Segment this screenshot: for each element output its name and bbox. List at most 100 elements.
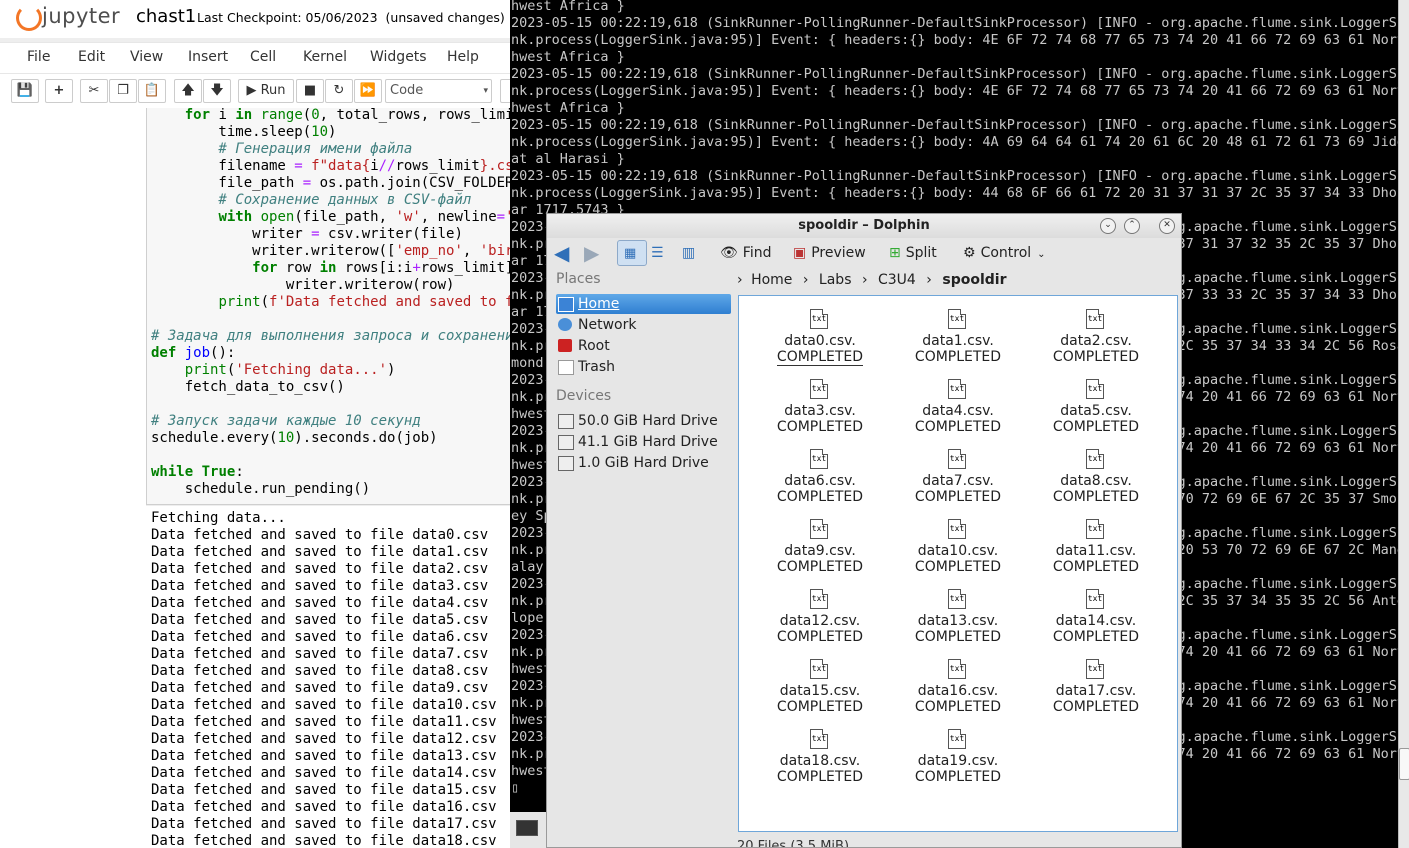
file-item[interactable]: txt data14.csv. COMPLETED (1036, 579, 1156, 645)
output-line: Data fetched and saved to file data1.csv (151, 544, 489, 560)
file-item[interactable]: txt data5.csv. COMPLETED (1036, 369, 1156, 435)
notebook-area[interactable]: for i in range(0, total_rows, rows_limit… (0, 108, 510, 848)
restart-button[interactable]: ↻ (325, 79, 353, 103)
jupyter-logo[interactable]: jupyter (14, 3, 124, 35)
device-item[interactable]: 50.0 GiB Hard Drive (556, 411, 731, 431)
maximize-button[interactable]: ⌃ (1124, 218, 1140, 234)
place-trash[interactable]: Trash (556, 357, 731, 377)
file-item[interactable]: txt data12.csv. COMPLETED (760, 579, 880, 645)
panel-splitter[interactable] (733, 269, 737, 847)
code-cell[interactable]: for i in range(0, total_rows, rows_limit… (146, 108, 510, 505)
minimize-button[interactable]: ⌄ (1100, 218, 1116, 234)
menu-kernel[interactable]: Kernel (303, 49, 347, 65)
copy-button[interactable]: ❐ (109, 79, 137, 103)
run-button[interactable]: ▶ Run (238, 79, 294, 103)
file-item[interactable]: txt data4.csv. COMPLETED (898, 369, 1018, 435)
icons-view-button[interactable]: ▦ (617, 240, 647, 266)
place-root[interactable]: Root (556, 336, 731, 356)
file-item[interactable]: txt data19.csv. COMPLETED (898, 719, 1018, 785)
details-view-button[interactable]: ☰ (651, 242, 669, 264)
terminal-scrollbar[interactable] (1398, 0, 1409, 848)
device-item[interactable]: 41.1 GiB Hard Drive (556, 432, 731, 452)
terminal-line: nk.process(LoggerSink.java:95)] Event: {… (511, 134, 1398, 150)
file-name-part: data0.csv. (784, 333, 856, 349)
file-name: data0.csv. COMPLETED (760, 333, 880, 366)
menu-widgets[interactable]: Widgets (370, 49, 427, 65)
file-item[interactable]: txt data10.csv. COMPLETED (898, 509, 1018, 575)
file-name-part: data8.csv. (1060, 473, 1132, 489)
file-icon-label: txt (811, 594, 827, 603)
notebook-name[interactable]: chast1 (136, 6, 196, 27)
place-home[interactable]: Home (556, 294, 731, 314)
command-palette-button[interactable] (500, 79, 510, 103)
forward-button[interactable]: ▶ (584, 242, 604, 264)
find-label: Find (742, 245, 772, 261)
breadcrumb-item-home[interactable]: Home (751, 272, 792, 288)
place-trash-label: Trash (578, 359, 615, 375)
breadcrumb-item-labs[interactable]: Labs (819, 272, 852, 288)
menu-edit[interactable]: Edit (78, 49, 105, 65)
file-item[interactable]: txt data16.csv. COMPLETED (898, 649, 1018, 715)
cut-button[interactable]: ✂ (80, 79, 108, 103)
menu-view[interactable]: View (130, 49, 163, 65)
control-button[interactable]: ⚙ Control ⌄ (963, 242, 1046, 264)
split-label: Split (905, 245, 937, 261)
menu-file[interactable]: File (27, 49, 50, 65)
file-item[interactable]: txt data13.csv. COMPLETED (898, 579, 1018, 645)
back-button[interactable]: ◀ (554, 242, 574, 264)
file-item[interactable]: txt data8.csv. COMPLETED (1036, 439, 1156, 505)
fast-forward-icon: ⏩ (359, 83, 377, 98)
restart-run-all-button[interactable]: ⏩ (354, 79, 382, 103)
interrupt-button[interactable]: ■ (296, 79, 324, 103)
file-item[interactable]: txt data1.csv. COMPLETED (898, 299, 1018, 365)
file-name-part: data3.csv. (784, 403, 856, 419)
preview-icon: ▣ (793, 245, 807, 261)
breadcrumb-item-spooldir[interactable]: spooldir (942, 272, 1006, 288)
jupyter-toolbar: 💾 + ✂ ❐ 📋 🡅 🡇 ▶ Run ■ ↻ ⏩ Code ▾ (0, 74, 510, 108)
file-item[interactable]: txt data15.csv. COMPLETED (760, 649, 880, 715)
breadcrumb-item-c3u4[interactable]: C3U4 (878, 272, 916, 288)
move-down-button[interactable]: 🡇 (203, 79, 231, 103)
menu-help[interactable]: Help (447, 49, 479, 65)
columns-view-button[interactable]: ▥ (682, 242, 700, 264)
dolphin-titlebar[interactable]: spooldir – Dolphin ⌄ ⌃ ✕ (547, 214, 1181, 238)
preview-button[interactable]: ▣ Preview (793, 242, 866, 264)
file-item[interactable]: txt data0.csv. COMPLETED (760, 299, 880, 366)
file-item[interactable]: txt data6.csv. COMPLETED (760, 439, 880, 505)
code-line: # Генерация имени файла (151, 141, 413, 157)
move-up-button[interactable]: 🡅 (174, 79, 202, 103)
device-item[interactable]: 1.0 GiB Hard Drive (556, 453, 731, 473)
code-editor[interactable]: for i in range(0, total_rows, rows_limit… (151, 108, 510, 498)
code-line: writer.writerow(row) (151, 277, 455, 293)
breadcrumb: › Home › Labs › C3U4 › spooldir (737, 269, 1177, 291)
text-file-icon: txt (948, 379, 966, 399)
file-item[interactable]: txt data17.csv. COMPLETED (1036, 649, 1156, 715)
find-button[interactable]: 👁 Find (720, 242, 771, 264)
terminal-scrollbar-thumb[interactable] (1399, 748, 1409, 780)
file-item[interactable]: txt data2.csv. COMPLETED (1036, 299, 1156, 365)
file-name-extension: COMPLETED (914, 629, 1002, 645)
close-button[interactable]: ✕ (1159, 218, 1175, 234)
terminal-line: 2023-05-15 00:22:19,618 (SinkRunner-Poll… (511, 117, 1398, 133)
checkpoint-status: Last Checkpoint: 05/06/2023 (unsaved cha… (197, 10, 505, 25)
file-name-part: data6.csv. (784, 473, 856, 489)
save-button[interactable]: 💾 (11, 79, 39, 103)
cell-type-select[interactable]: Code ▾ (385, 79, 492, 103)
menu-insert[interactable]: Insert (188, 49, 228, 65)
window-title: spooldir – Dolphin (798, 218, 930, 233)
text-file-icon: txt (948, 309, 966, 329)
terminal-panel-button[interactable] (510, 812, 546, 848)
menu-cell[interactable]: Cell (250, 49, 276, 65)
insert-cell-button[interactable]: + (45, 79, 73, 103)
split-button[interactable]: ⊞ Split (889, 242, 937, 264)
folder-red-icon (558, 339, 572, 352)
place-network[interactable]: Network (556, 315, 731, 335)
file-view[interactable]: txt data0.csv. COMPLETED txt data1.csv. COMPL… (738, 295, 1178, 832)
file-item[interactable]: txt data3.csv. COMPLETED (760, 369, 880, 435)
file-item[interactable]: txt data11.csv. COMPLETED (1036, 509, 1156, 575)
file-item[interactable]: txt data7.csv. COMPLETED (898, 439, 1018, 505)
file-item[interactable]: txt data18.csv. COMPLETED (760, 719, 880, 785)
paste-button[interactable]: 📋 (138, 79, 166, 103)
file-name-part: data1.csv. (922, 333, 994, 349)
file-item[interactable]: txt data9.csv. COMPLETED (760, 509, 880, 575)
